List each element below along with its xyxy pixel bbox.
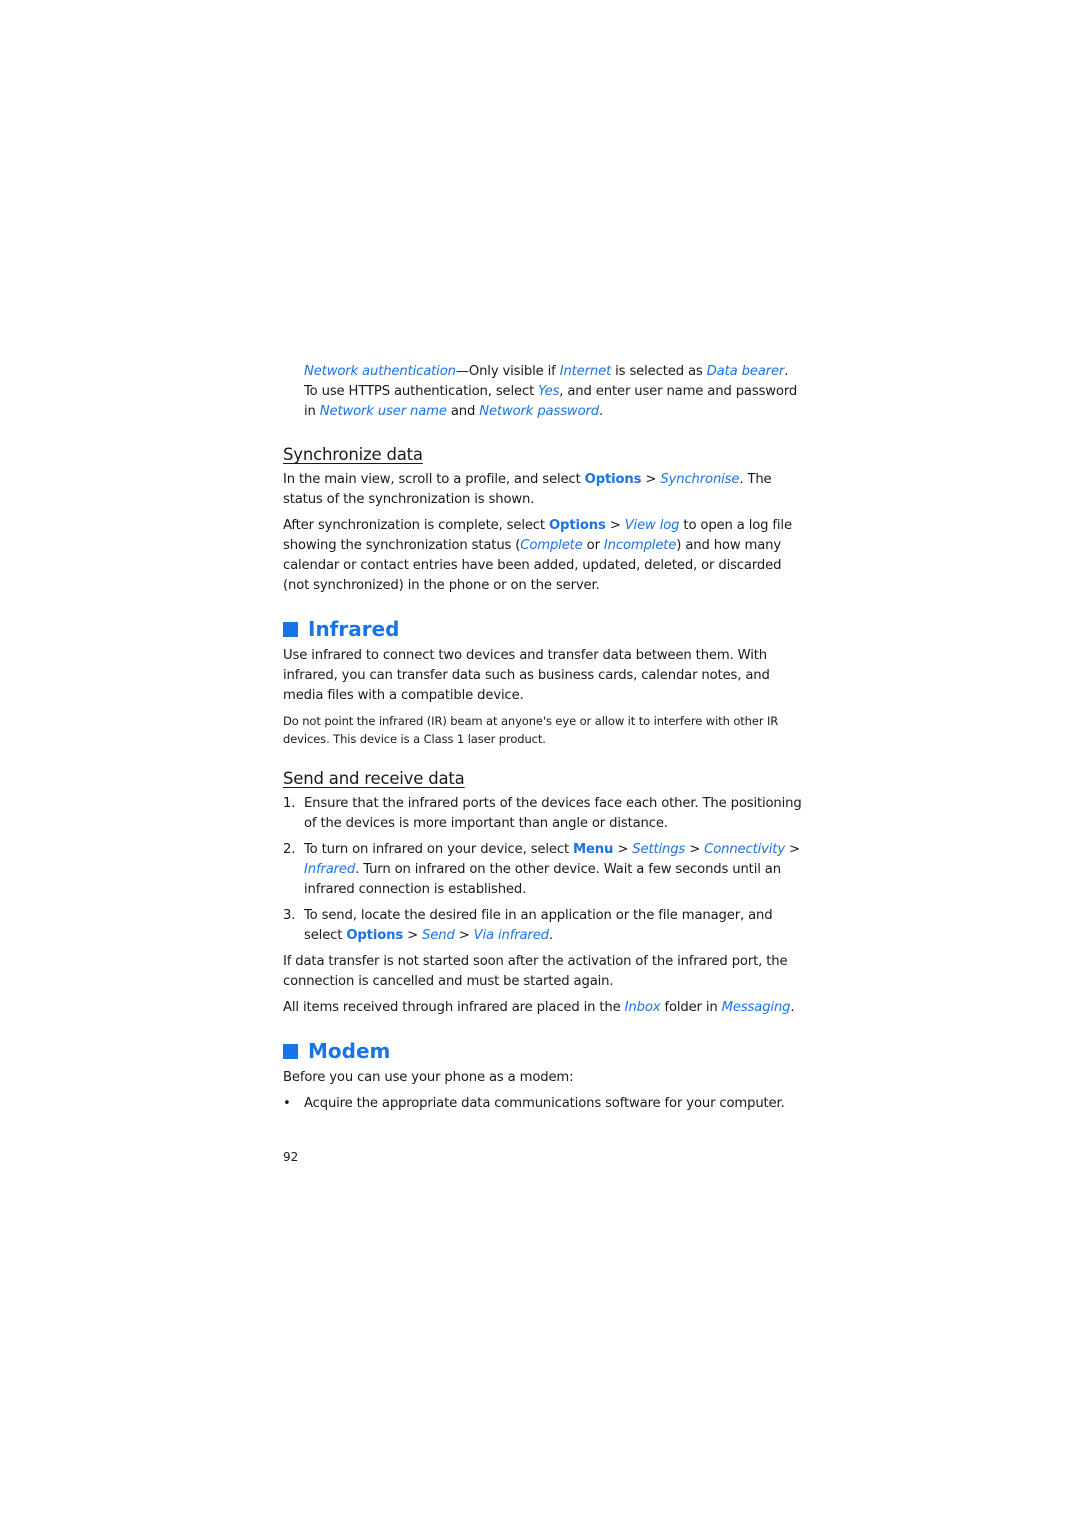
step-item: 3. To send, locate the desired file in an… [283, 908, 773, 943]
ui-term: Options [548, 518, 606, 533]
ui-term: Options [346, 928, 404, 943]
infrared-heading: Infrared [283, 616, 803, 642]
ui-term: Synchronise [660, 472, 740, 487]
ui-term: Data bearer [706, 364, 785, 379]
infrared-intro: Use infrared to connect two devices and … [283, 648, 770, 703]
manual-page: Network authentication—Only visible if I… [283, 362, 803, 1114]
modem-heading-text: Modem [308, 1039, 391, 1063]
ui-term: Via infrared [473, 928, 549, 943]
modem-heading: Modem [283, 1038, 803, 1064]
ui-term: Internet [559, 364, 612, 379]
section-square-icon [283, 621, 298, 637]
ui-term: Options [584, 472, 642, 487]
modem-bullets: • Acquire the appropriate data communicat… [283, 1094, 803, 1114]
ui-term: Network authentication [304, 364, 456, 379]
modem-intro: Before you can use your phone as a modem… [283, 1070, 574, 1085]
bullet-item: • Acquire the appropriate data communicat… [283, 1094, 803, 1114]
ui-term: Infrared [304, 862, 356, 877]
ui-term: Network user name [319, 404, 447, 419]
ui-term: Incomplete [603, 538, 677, 553]
synchronize-data-heading: Synchronize data [283, 445, 423, 464]
ui-term: Complete [520, 538, 583, 553]
infrared-safety-note: Do not point the infrared (IR) beam at a… [283, 714, 779, 746]
infrared-heading-text: Infrared [308, 617, 400, 641]
inbox-paragraph: All items received through infrared are … [283, 1000, 795, 1015]
ui-term: Settings [632, 842, 686, 857]
send-receive-heading: Send and receive data [283, 769, 465, 788]
ui-term: Inbox [624, 1000, 661, 1015]
ui-term: Menu [573, 842, 614, 857]
ui-term: Messaging [721, 1000, 791, 1015]
ui-term: Yes [538, 384, 560, 399]
page-number: 92 [283, 1150, 299, 1164]
network-authentication-paragraph: Network authentication—Only visible if I… [304, 364, 798, 419]
cancel-paragraph: If data transfer is not started soon aft… [283, 954, 788, 989]
section-square-icon [283, 1043, 298, 1059]
ui-term: Network password [479, 404, 599, 419]
sync-paragraph-2: After synchronization is complete, selec… [283, 518, 792, 593]
ui-term: Send [422, 928, 455, 943]
ui-term: Connectivity [704, 842, 785, 857]
step-item: 1. Ensure that the infrared ports of the … [283, 796, 802, 831]
send-steps-list: 1. Ensure that the infrared ports of the … [283, 794, 803, 946]
sync-paragraph-1: In the main view, scroll to a profile, a… [283, 472, 772, 507]
bullet-icon: • [283, 1096, 291, 1111]
ui-term: View log [624, 518, 680, 533]
step-item: 2. To turn on infrared on your device, se… [283, 842, 800, 897]
